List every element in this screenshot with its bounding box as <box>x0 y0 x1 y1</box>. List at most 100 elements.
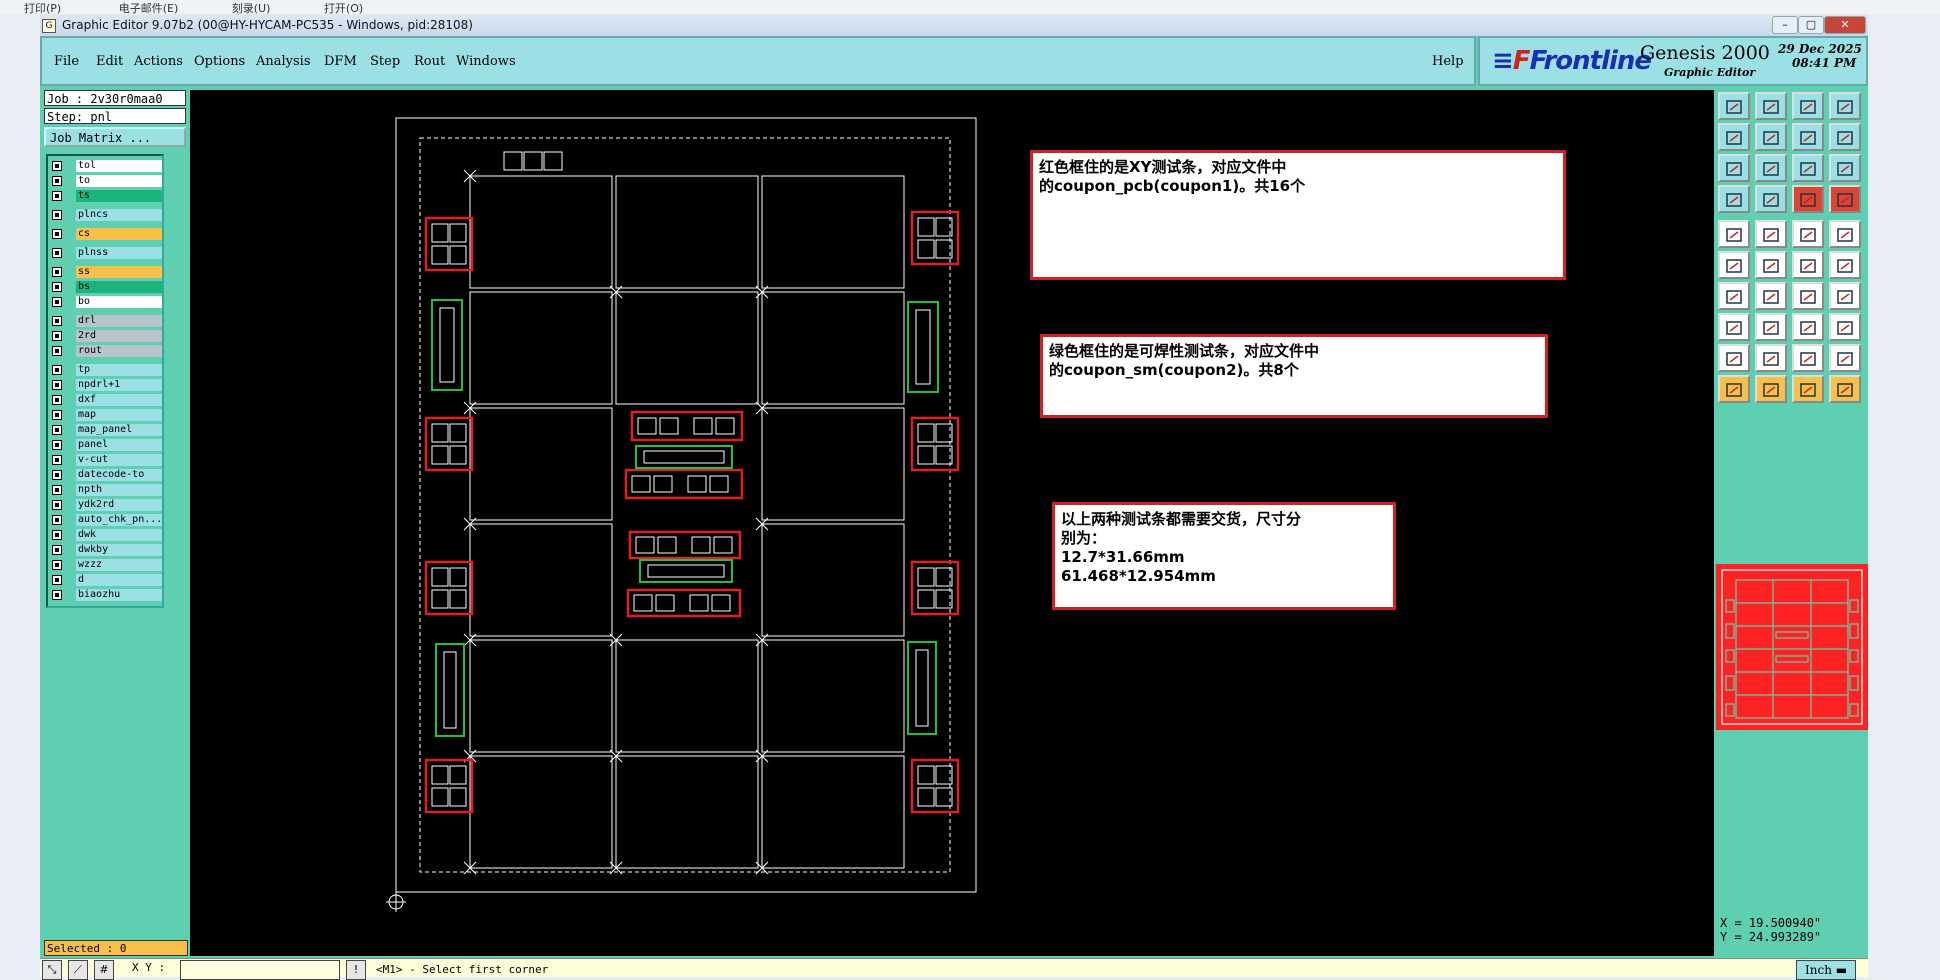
open-icon[interactable] <box>1718 92 1750 120</box>
layer-name[interactable]: datecode-to <box>76 469 162 481</box>
layer-row[interactable]: cs <box>50 228 164 241</box>
grid-snap-icon[interactable]: # <box>94 960 114 980</box>
layer-checkbox[interactable] <box>52 331 62 341</box>
angle-icon[interactable] <box>1718 282 1750 310</box>
layer-checkbox[interactable] <box>52 297 62 307</box>
menu-rout[interactable]: Rout <box>414 54 445 69</box>
measure-icon[interactable] <box>1755 313 1787 341</box>
layer-row[interactable]: dwk <box>50 529 164 542</box>
layer-checkbox[interactable] <box>52 316 62 326</box>
layer-row[interactable]: dwkby <box>50 544 164 557</box>
grid-icon[interactable] <box>1755 185 1787 213</box>
layer-name[interactable]: to <box>76 175 162 187</box>
xy-input[interactable] <box>180 960 340 980</box>
layer-checkbox[interactable] <box>52 282 62 292</box>
layer-name[interactable]: ts <box>76 190 162 202</box>
feature-icon[interactable] <box>1755 220 1787 248</box>
layer-row[interactable]: tp <box>50 364 164 377</box>
layer-row[interactable]: bo <box>50 296 164 309</box>
layer-name[interactable]: rout <box>76 345 162 357</box>
layer-row[interactable]: plnss <box>50 247 164 260</box>
layer-row[interactable]: panel <box>50 439 164 452</box>
layer-checkbox[interactable] <box>52 346 62 356</box>
arc2-icon[interactable] <box>1792 344 1824 372</box>
layer-row[interactable]: npdrl+1 <box>50 379 164 392</box>
layer-row[interactable]: map_panel <box>50 424 164 437</box>
layer-checkbox[interactable] <box>52 530 62 540</box>
menu-actions[interactable]: Actions <box>134 54 183 69</box>
rotate-icon[interactable] <box>1792 282 1824 310</box>
layer2-icon[interactable] <box>1829 185 1861 213</box>
layer-name[interactable]: dwk <box>76 529 162 541</box>
layer-name[interactable]: bo <box>76 296 162 308</box>
layer-row[interactable]: map <box>50 409 164 422</box>
scale-icon[interactable] <box>1792 154 1824 182</box>
layer-row[interactable]: wzzz <box>50 559 164 572</box>
layer-name[interactable]: bs <box>76 281 162 293</box>
layer-name[interactable]: panel <box>76 439 162 451</box>
layer-checkbox[interactable] <box>52 515 62 525</box>
layer-checkbox[interactable] <box>52 191 62 201</box>
layer-name[interactable]: cs <box>76 228 162 240</box>
layer-checkbox[interactable] <box>52 440 62 450</box>
maximize-button[interactable]: ▢ <box>1798 16 1824 34</box>
overview-minimap[interactable] <box>1716 564 1868 730</box>
move-icon[interactable] <box>1829 251 1861 279</box>
layer-row[interactable]: plncs <box>50 209 164 222</box>
layer-checkbox[interactable] <box>52 425 62 435</box>
layer-row[interactable]: bs <box>50 281 164 294</box>
layer-checkbox[interactable] <box>52 590 62 600</box>
layer-name[interactable]: dwkby <box>76 544 162 556</box>
select-icon[interactable] <box>1755 375 1787 403</box>
split-icon[interactable] <box>1792 313 1824 341</box>
layer-checkbox[interactable] <box>52 485 62 495</box>
pan-icon[interactable] <box>1755 154 1787 182</box>
layer-checkbox[interactable] <box>52 560 62 570</box>
save-icon[interactable] <box>1755 92 1787 120</box>
layer-row[interactable]: tol <box>50 160 164 173</box>
layer-name[interactable]: biaozhu <box>76 589 162 601</box>
window-icon[interactable] <box>1829 92 1861 120</box>
layer-checkbox[interactable] <box>52 267 62 277</box>
menu-file[interactable]: File <box>54 54 79 69</box>
mirror-icon[interactable] <box>1829 282 1861 310</box>
menu-step[interactable]: Step <box>370 54 400 69</box>
layer-row[interactable]: ydk2rd <box>50 499 164 512</box>
layer-name[interactable]: plnss <box>76 247 162 259</box>
layer-name[interactable]: auto_chk_pn... <box>76 514 162 526</box>
layer-checkbox[interactable] <box>52 161 62 171</box>
add-pad-icon[interactable] <box>1718 313 1750 341</box>
layer-checkbox[interactable] <box>52 545 62 555</box>
layer-row[interactable]: ss <box>50 266 164 279</box>
menu-edit[interactable]: Edit <box>96 54 123 69</box>
cross-icon[interactable] <box>1755 251 1787 279</box>
layer-checkbox[interactable] <box>52 575 62 585</box>
layer-row[interactable]: rout <box>50 345 164 358</box>
layer-checkbox[interactable] <box>52 410 62 420</box>
layer-name[interactable]: dxf <box>76 394 162 406</box>
layer-name[interactable]: plncs <box>76 209 162 221</box>
unit-selector[interactable]: Inch ▬ <box>1796 960 1856 980</box>
zoom-line-icon[interactable]: ⟋ <box>68 960 88 980</box>
layer-checkbox[interactable] <box>52 395 62 405</box>
layer-name[interactable]: v-cut <box>76 454 162 466</box>
snap-icon[interactable] <box>1718 185 1750 213</box>
group-icon[interactable] <box>1829 313 1861 341</box>
layer-icon[interactable] <box>1792 185 1824 213</box>
layer-row[interactable]: dxf <box>50 394 164 407</box>
layer-name[interactable]: ydk2rd <box>76 499 162 511</box>
layer-row[interactable]: npth <box>50 484 164 497</box>
node-icon[interactable] <box>1718 251 1750 279</box>
layer-checkbox[interactable] <box>52 500 62 510</box>
fit-icon[interactable] <box>1718 154 1750 182</box>
layer-row[interactable]: to <box>50 175 164 188</box>
layer-name[interactable]: npdrl+1 <box>76 379 162 391</box>
pointer-icon[interactable] <box>1718 375 1750 403</box>
layer-name[interactable]: tp <box>76 364 162 376</box>
input-toggle-icon[interactable]: ! <box>346 960 366 980</box>
home-icon[interactable] <box>1792 92 1824 120</box>
layer-row[interactable]: datecode-to <box>50 469 164 482</box>
circle-icon[interactable] <box>1829 220 1861 248</box>
layer-checkbox[interactable] <box>52 229 62 239</box>
layer-row[interactable]: 2rd <box>50 330 164 343</box>
